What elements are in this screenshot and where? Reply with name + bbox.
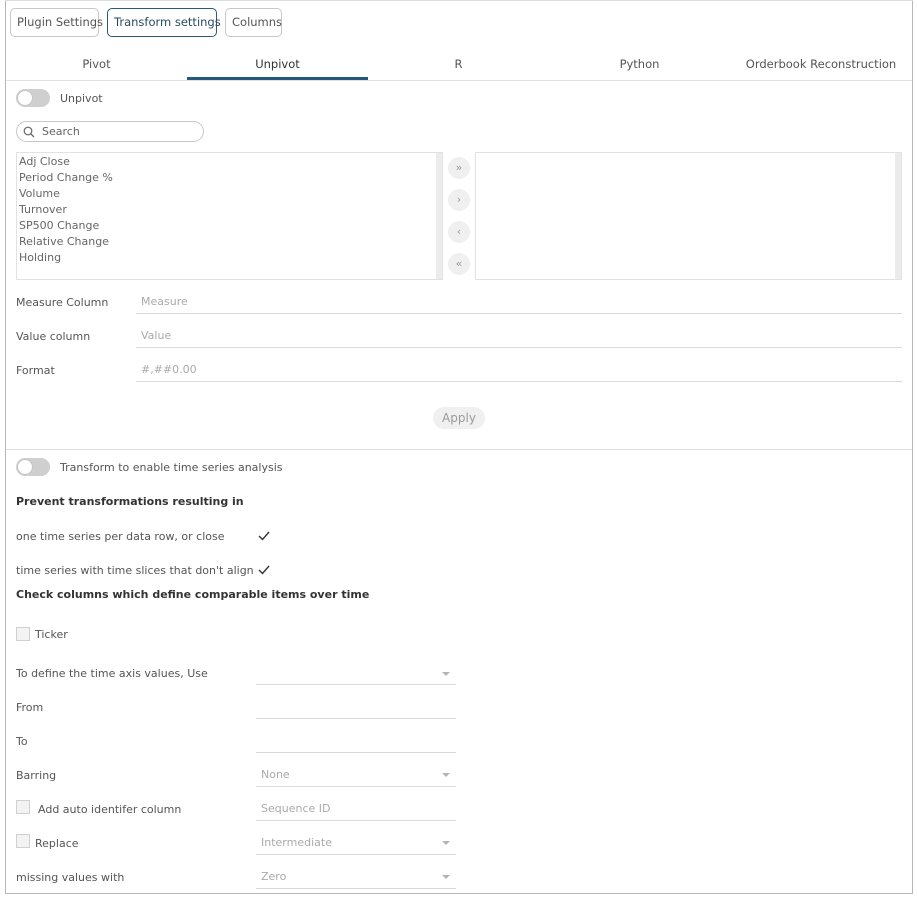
- list-item[interactable]: Adj Close: [17, 154, 442, 170]
- auto-identifier-label: Add auto identifer column: [38, 803, 182, 816]
- chevron-down-icon: [442, 773, 450, 777]
- list-item[interactable]: Turnover: [17, 202, 442, 218]
- timeseries-toggle[interactable]: [16, 458, 50, 476]
- auto-identifier-input[interactable]: Sequence ID: [261, 802, 330, 815]
- barring-select[interactable]: None: [261, 768, 290, 781]
- apply-button[interactable]: Apply: [433, 407, 485, 429]
- chevron-down-icon: [442, 875, 450, 879]
- format-label: Format: [16, 364, 55, 377]
- replace-underline: [256, 854, 456, 855]
- list-scrollbar[interactable]: [895, 153, 901, 279]
- list-item[interactable]: SP500 Change: [17, 218, 442, 234]
- barring-label: Barring: [16, 769, 57, 782]
- list-item[interactable]: Holding: [17, 250, 442, 266]
- missing-values-label: missing values with: [16, 871, 125, 884]
- measure-column-label: Measure Column: [16, 296, 109, 309]
- tab-columns[interactable]: Columns: [225, 8, 282, 37]
- subtab-r[interactable]: R: [368, 56, 549, 78]
- from-label: From: [16, 701, 44, 714]
- subtab-pivot[interactable]: Pivot: [6, 56, 187, 78]
- format-input[interactable]: #,##0.00: [141, 363, 197, 376]
- subtab-python[interactable]: Python: [549, 56, 730, 78]
- value-column-input[interactable]: Value: [141, 329, 171, 342]
- toggle-knob: [18, 91, 32, 105]
- toggle-knob: [18, 460, 32, 474]
- unpivot-toggle-label: Unpivot: [60, 92, 103, 105]
- unpivot-toggle[interactable]: [16, 89, 50, 107]
- search-input[interactable]: Search: [16, 121, 204, 142]
- tab-divider: [6, 80, 912, 81]
- replace-select[interactable]: Intermediate: [261, 836, 332, 849]
- subtab-orderbook-reconstruction[interactable]: Orderbook Reconstruction: [730, 56, 912, 78]
- auto-identifier-checkbox[interactable]: [16, 800, 30, 814]
- value-column-label: Value column: [16, 330, 91, 343]
- search-placeholder: Search: [42, 125, 80, 138]
- format-underline: [136, 381, 902, 382]
- time-axis-label: To define the time axis values, Use: [16, 667, 208, 680]
- list-item[interactable]: Period Change %: [17, 170, 442, 186]
- tab-plugin-settings[interactable]: Plugin Settings: [10, 8, 103, 37]
- move-left-button[interactable]: ‹: [448, 221, 470, 243]
- option-one-per-row-label: one time series per data row, or close: [16, 530, 225, 543]
- option-one-per-row-checkbox[interactable]: [257, 529, 271, 543]
- option-slices-align-label: time series with time slices that don't …: [16, 564, 254, 577]
- prevent-heading: Prevent transformations resulting in: [16, 495, 244, 508]
- missing-values-underline: [256, 888, 456, 889]
- check-columns-heading: Check columns which define comparable it…: [16, 588, 370, 601]
- chevron-down-icon: [442, 841, 450, 845]
- move-right-button[interactable]: ›: [448, 189, 470, 211]
- ticker-checkbox[interactable]: [16, 627, 30, 641]
- value-column-underline: [136, 347, 902, 348]
- list-item[interactable]: Relative Change: [17, 234, 442, 250]
- replace-checkbox[interactable]: [16, 834, 30, 848]
- missing-values-select[interactable]: Zero: [261, 870, 286, 883]
- tab-transform-settings[interactable]: Transform settings: [107, 8, 221, 37]
- selected-columns-list[interactable]: [475, 152, 902, 280]
- move-all-left-button[interactable]: «: [448, 253, 470, 275]
- search-icon: [23, 126, 35, 138]
- chevron-down-icon: [442, 672, 450, 676]
- available-columns-list[interactable]: Adj Close Period Change % Volume Turnove…: [16, 152, 443, 280]
- from-underline: [256, 718, 456, 719]
- auto-identifier-underline: [256, 820, 456, 821]
- list-scrollbar[interactable]: [436, 153, 442, 279]
- measure-column-input[interactable]: Measure: [141, 295, 188, 308]
- replace-label: Replace: [35, 837, 79, 850]
- section-divider: [6, 449, 912, 450]
- list-item[interactable]: Volume: [17, 186, 442, 202]
- to-underline: [256, 752, 456, 753]
- barring-underline: [256, 786, 456, 787]
- measure-column-underline: [136, 313, 902, 314]
- timeseries-toggle-label: Transform to enable time series analysis: [60, 461, 283, 474]
- move-all-right-button[interactable]: »: [448, 157, 470, 179]
- subtab-unpivot[interactable]: Unpivot: [187, 56, 368, 78]
- ticker-label: Ticker: [35, 628, 68, 641]
- to-label: To: [16, 735, 28, 748]
- option-slices-align-checkbox[interactable]: [257, 563, 271, 577]
- time-axis-underline: [256, 684, 456, 685]
